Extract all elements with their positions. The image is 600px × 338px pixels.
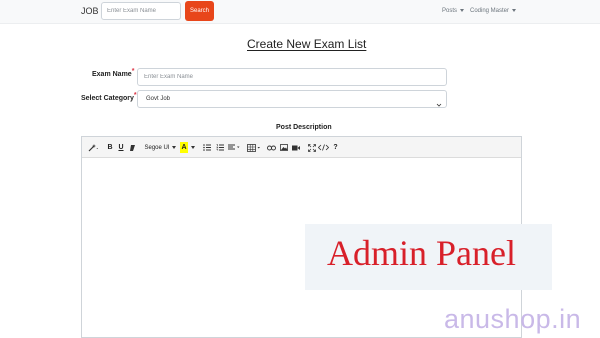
ordered-list-icon[interactable] (215, 142, 224, 153)
image-icon[interactable] (279, 142, 288, 153)
font-name-label: Segoe UI (144, 144, 170, 151)
underline-button[interactable]: U (117, 142, 125, 153)
coding-master-menu[interactable]: Coding Master (470, 8, 517, 14)
unordered-list-icon[interactable] (202, 142, 211, 153)
category-select-value: Govt Job (146, 96, 171, 102)
category-select[interactable]: Govt Job (137, 90, 447, 108)
posts-menu[interactable]: Posts (442, 8, 465, 14)
exam-name-label: Exam Name* (92, 68, 135, 78)
search-button[interactable]: Search (185, 1, 214, 21)
category-label: Select Category* (81, 92, 137, 102)
help-button[interactable]: ? (332, 142, 339, 153)
chevron-down-icon (171, 146, 176, 149)
editor-toolbar: B U Segoe UI A ? (82, 137, 521, 158)
fullscreen-icon[interactable] (307, 142, 316, 153)
required-mark: * (131, 68, 135, 75)
exam-name-field[interactable] (137, 68, 447, 86)
posts-menu-label: Posts (442, 8, 458, 14)
admin-panel-banner: Admin Panel (305, 224, 552, 290)
top-navbar: JOB Search Posts Coding Master (0, 0, 600, 24)
chevron-down-icon (460, 8, 465, 12)
video-icon[interactable] (291, 142, 300, 153)
font-color-button[interactable]: A (180, 142, 188, 153)
bold-button[interactable]: B (106, 142, 114, 153)
chevron-down-icon (512, 8, 517, 12)
search-input[interactable] (101, 2, 181, 20)
eraser-icon[interactable] (128, 142, 136, 153)
category-label-text: Select Category (81, 95, 134, 102)
post-description-label: Post Description (276, 124, 332, 131)
page-title: Create New Exam List (247, 37, 367, 51)
chevron-down-icon (436, 95, 442, 107)
brand-logo[interactable]: JOB (81, 6, 99, 16)
admin-panel-text: Admin Panel (327, 233, 516, 273)
coding-master-menu-label: Coding Master (470, 8, 510, 14)
exam-name-label-text: Exam Name (92, 71, 132, 78)
link-icon[interactable] (267, 142, 276, 153)
paragraph-align-icon[interactable] (228, 142, 240, 153)
chevron-down-icon[interactable] (190, 142, 196, 153)
table-icon[interactable] (247, 142, 261, 153)
site-watermark: anushop.in (444, 304, 582, 334)
font-name-select[interactable]: Segoe UI (144, 142, 176, 153)
code-view-icon[interactable] (318, 142, 329, 153)
magic-style-icon[interactable] (87, 142, 99, 153)
